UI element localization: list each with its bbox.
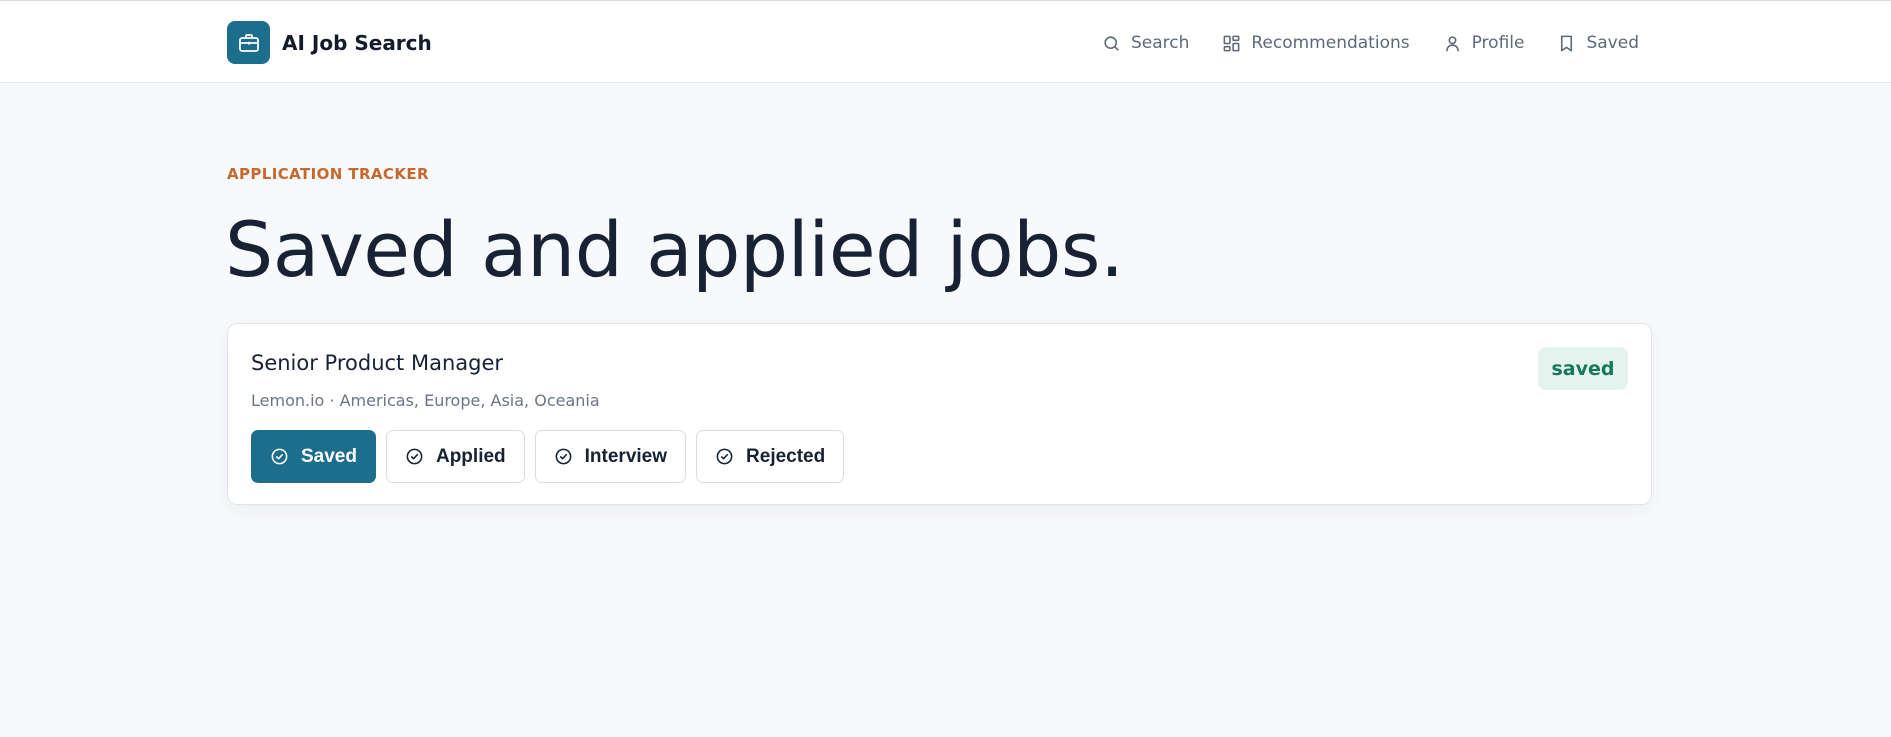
button-label: Rejected <box>746 445 826 467</box>
status-actions: Saved Applied Interview Rejected <box>251 430 854 483</box>
status-saved-button[interactable]: Saved <box>251 430 376 483</box>
check-circle-icon <box>716 448 733 465</box>
button-label: Applied <box>435 445 506 467</box>
bookmark-icon <box>1561 35 1573 51</box>
button-label: Saved <box>301 445 357 467</box>
status-applied-button[interactable]: Applied <box>385 430 525 483</box>
nav-item-label: Saved <box>1586 33 1639 53</box>
check-circle-icon <box>271 448 288 465</box>
app-name: AI Job Search <box>282 30 432 55</box>
briefcase-icon <box>227 21 270 64</box>
nav-item-profile[interactable]: Profile <box>1443 33 1525 53</box>
search-icon <box>1104 35 1119 51</box>
button-label: Interview <box>584 445 668 467</box>
job-title[interactable]: Senior Product Manager <box>251 351 503 375</box>
status-interview-button[interactable]: Interview <box>534 430 687 483</box>
nav-item-label: Profile <box>1471 33 1525 53</box>
check-circle-icon <box>406 448 423 465</box>
status-badge: saved <box>1538 347 1628 390</box>
check-circle-icon <box>555 448 572 465</box>
main-nav: Search Recommendations Profile Saved <box>1069 30 1639 56</box>
nav-item-label: Search <box>1130 33 1190 53</box>
nav-item-recommendations[interactable]: Recommendations <box>1222 33 1410 53</box>
top-navigation-bar: AI Job Search Search Recommendations Pro… <box>0 0 1891 83</box>
grid-icon <box>1223 35 1240 51</box>
user-icon <box>1445 35 1459 51</box>
job-meta: Lemon.io · Americas, Europe, Asia, Ocean… <box>251 391 600 410</box>
nav-item-label: Recommendations <box>1251 33 1410 53</box>
nav-item-saved[interactable]: Saved <box>1557 33 1639 53</box>
nav-item-search[interactable]: Search <box>1102 33 1189 53</box>
status-rejected-button[interactable]: Rejected <box>696 430 845 483</box>
job-card: Senior Product Manager Lemon.io · Americ… <box>227 323 1652 505</box>
page-title: Saved and applied jobs. <box>225 205 1124 294</box>
brand[interactable]: AI Job Search <box>227 21 432 64</box>
section-eyebrow: APPLICATION TRACKER <box>227 165 429 183</box>
